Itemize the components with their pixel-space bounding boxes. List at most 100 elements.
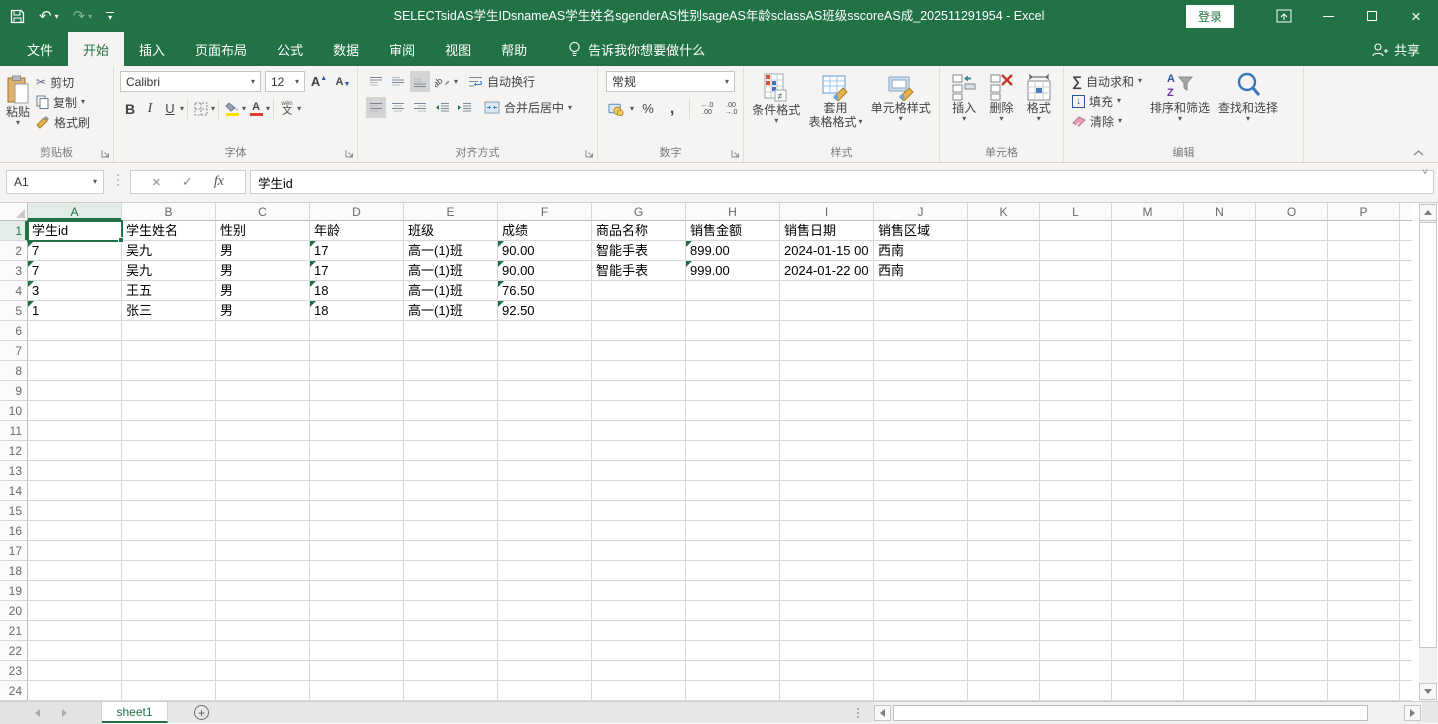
cell-L23[interactable] xyxy=(1040,661,1112,681)
font-color-icon[interactable]: A xyxy=(246,98,266,119)
column-header-F[interactable]: F xyxy=(498,203,592,221)
cell-C7[interactable] xyxy=(216,341,310,361)
cell-J18[interactable] xyxy=(874,561,968,581)
borders-icon[interactable] xyxy=(191,98,211,119)
cell-M22[interactable] xyxy=(1112,641,1184,661)
cell-G6[interactable] xyxy=(592,321,686,341)
cell-O2[interactable] xyxy=(1256,241,1328,261)
cell-G20[interactable] xyxy=(592,601,686,621)
cell-K1[interactable] xyxy=(968,221,1040,241)
conditional-formatting-button[interactable]: ≠ 条件格式 ▾ xyxy=(752,68,800,129)
row-header-19[interactable]: 19 xyxy=(0,581,28,601)
cell-L18[interactable] xyxy=(1040,561,1112,581)
cell-C16[interactable] xyxy=(216,521,310,541)
cell-M15[interactable] xyxy=(1112,501,1184,521)
cell-G4[interactable] xyxy=(592,281,686,301)
cell-partial-3[interactable] xyxy=(1400,261,1412,281)
cell-M6[interactable] xyxy=(1112,321,1184,341)
cell-A14[interactable] xyxy=(28,481,122,501)
column-header-L[interactable]: L xyxy=(1040,203,1112,221)
cell-J1[interactable]: 销售区域 xyxy=(874,221,968,241)
cell-H20[interactable] xyxy=(686,601,780,621)
tab-file[interactable]: 文件 xyxy=(12,32,68,66)
align-bottom-icon[interactable] xyxy=(410,71,430,92)
cell-H21[interactable] xyxy=(686,621,780,641)
cell-O24[interactable] xyxy=(1256,681,1328,701)
cell-K23[interactable] xyxy=(968,661,1040,681)
row-header-1[interactable]: 1 xyxy=(0,221,28,241)
cell-B23[interactable] xyxy=(122,661,216,681)
cell-partial-7[interactable] xyxy=(1400,341,1412,361)
paste-button[interactable]: 粘贴 ▾ xyxy=(6,70,30,132)
cell-A17[interactable] xyxy=(28,541,122,561)
cell-M12[interactable] xyxy=(1112,441,1184,461)
cell-P2[interactable] xyxy=(1328,241,1400,261)
cell-J24[interactable] xyxy=(874,681,968,701)
cell-J2[interactable]: 西南 xyxy=(874,241,968,261)
cell-N7[interactable] xyxy=(1184,341,1256,361)
login-button[interactable]: 登录 xyxy=(1185,4,1234,28)
cell-C9[interactable] xyxy=(216,381,310,401)
cell-H23[interactable] xyxy=(686,661,780,681)
cell-N4[interactable] xyxy=(1184,281,1256,301)
row-header-4[interactable]: 4 xyxy=(0,281,28,301)
row-header-9[interactable]: 9 xyxy=(0,381,28,401)
cell-E2[interactable]: 高一(1)班 xyxy=(404,241,498,261)
cell-J11[interactable] xyxy=(874,421,968,441)
cell-P8[interactable] xyxy=(1328,361,1400,381)
cell-L19[interactable] xyxy=(1040,581,1112,601)
cell-N23[interactable] xyxy=(1184,661,1256,681)
cell-A2[interactable]: 7 xyxy=(28,241,122,261)
cell-E8[interactable] xyxy=(404,361,498,381)
cell-F22[interactable] xyxy=(498,641,592,661)
cell-F9[interactable] xyxy=(498,381,592,401)
cell-E19[interactable] xyxy=(404,581,498,601)
row-header-10[interactable]: 10 xyxy=(0,401,28,421)
cell-C8[interactable] xyxy=(216,361,310,381)
align-left-icon[interactable] xyxy=(366,97,386,118)
cell-J10[interactable] xyxy=(874,401,968,421)
number-dialog-launcher-icon[interactable] xyxy=(731,149,740,158)
fill-button[interactable]: ↓ 填充 ▾ xyxy=(1072,91,1142,111)
cell-H16[interactable] xyxy=(686,521,780,541)
next-sheet-icon[interactable] xyxy=(61,709,67,717)
cell-G11[interactable] xyxy=(592,421,686,441)
cell-I18[interactable] xyxy=(780,561,874,581)
cell-C13[interactable] xyxy=(216,461,310,481)
cell-J20[interactable] xyxy=(874,601,968,621)
wrap-text-button[interactable]: 自动换行 xyxy=(468,72,535,92)
horizontal-scrollbar-thumb[interactable] xyxy=(893,705,1368,721)
cell-I10[interactable] xyxy=(780,401,874,421)
scroll-right-icon[interactable] xyxy=(1404,705,1421,721)
cell-F13[interactable] xyxy=(498,461,592,481)
cell-I20[interactable] xyxy=(780,601,874,621)
column-header-K[interactable]: K xyxy=(968,203,1040,221)
cell-K15[interactable] xyxy=(968,501,1040,521)
cell-F10[interactable] xyxy=(498,401,592,421)
cell-M10[interactable] xyxy=(1112,401,1184,421)
cell-B11[interactable] xyxy=(122,421,216,441)
cell-A15[interactable] xyxy=(28,501,122,521)
cell-B9[interactable] xyxy=(122,381,216,401)
cell-L9[interactable] xyxy=(1040,381,1112,401)
column-header-E[interactable]: E xyxy=(404,203,498,221)
cell-L14[interactable] xyxy=(1040,481,1112,501)
italic-button[interactable]: I xyxy=(140,98,160,119)
format-as-table-button[interactable]: 套用 表格格式 ▾ xyxy=(808,68,863,129)
cell-L3[interactable] xyxy=(1040,261,1112,281)
cell-F16[interactable] xyxy=(498,521,592,541)
cell-G19[interactable] xyxy=(592,581,686,601)
collapse-ribbon-icon[interactable] xyxy=(1413,150,1424,156)
font-size-combo[interactable]: 12 ▾ xyxy=(264,71,305,92)
cell-A21[interactable] xyxy=(28,621,122,641)
cell-D9[interactable] xyxy=(310,381,404,401)
cell-I17[interactable] xyxy=(780,541,874,561)
cell-styles-button[interactable]: 单元格样式 ▾ xyxy=(871,68,931,129)
cell-F14[interactable] xyxy=(498,481,592,501)
column-header-P[interactable]: P xyxy=(1328,203,1400,221)
cell-O23[interactable] xyxy=(1256,661,1328,681)
cell-G1[interactable]: 商品名称 xyxy=(592,221,686,241)
cell-A19[interactable] xyxy=(28,581,122,601)
insert-cells-button[interactable]: 插入 ▾ xyxy=(951,68,977,123)
tell-me-box[interactable]: 告诉我你想要做什么 xyxy=(568,32,705,66)
